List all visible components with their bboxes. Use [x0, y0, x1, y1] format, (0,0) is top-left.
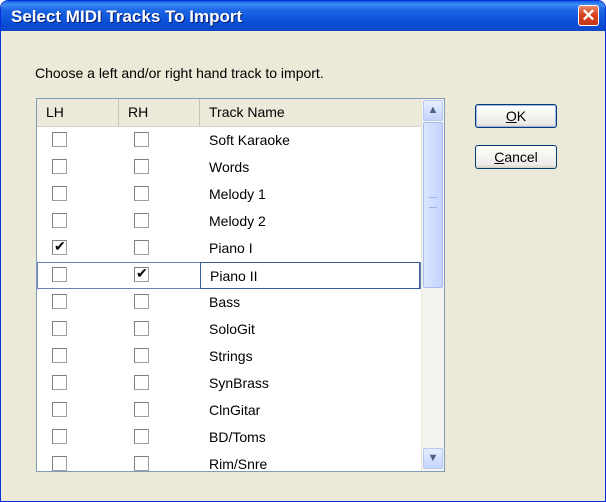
- instruction-text: Choose a left and/or right hand track to…: [35, 65, 324, 81]
- track-name: SynBrass: [209, 375, 269, 391]
- chevron-up-icon: ▲: [427, 104, 439, 116]
- rh-checkbox[interactable]: [134, 375, 149, 390]
- track-row[interactable]: SynBrass: [37, 370, 421, 397]
- lh-checkbox[interactable]: [52, 159, 67, 174]
- lh-checkbox[interactable]: [52, 186, 67, 201]
- track-name-cell: Words: [200, 154, 420, 181]
- chevron-down-icon: ▼: [427, 452, 439, 464]
- checkmark-icon: ✔: [54, 238, 66, 254]
- track-name: Melody 2: [209, 213, 266, 229]
- track-row[interactable]: Melody 1: [37, 181, 421, 208]
- import-dialog: Select MIDI Tracks To Import ✕ Choose a …: [0, 0, 606, 502]
- track-name-cell: SynBrass: [200, 370, 420, 397]
- track-name-cell: Piano I: [200, 235, 420, 262]
- track-row[interactable]: SoloGit: [37, 316, 421, 343]
- track-name: Rim/Snre: [209, 456, 268, 472]
- cancel-mnemonic: C: [494, 149, 505, 165]
- lh-checkbox[interactable]: [52, 294, 67, 309]
- track-name: Soft Karaoke: [209, 132, 290, 148]
- track-name-cell: Strings: [200, 343, 420, 370]
- track-name: ClnGitar: [209, 402, 261, 418]
- ok-button[interactable]: OK: [475, 104, 557, 128]
- track-row[interactable]: Strings: [37, 343, 421, 370]
- track-name-cell: BD/Toms: [200, 424, 420, 451]
- rh-checkbox[interactable]: [134, 186, 149, 201]
- column-header-rh[interactable]: RH: [119, 99, 200, 126]
- lh-checkbox[interactable]: [52, 267, 67, 282]
- track-name: SoloGit: [209, 321, 255, 337]
- track-name-cell: SoloGit: [200, 316, 420, 343]
- track-name: BD/Toms: [209, 429, 266, 445]
- vertical-scrollbar[interactable]: ▲ ▼: [421, 99, 444, 471]
- track-name-cell: Soft Karaoke: [200, 127, 420, 154]
- rh-checkbox[interactable]: [134, 294, 149, 309]
- close-button[interactable]: ✕: [578, 5, 599, 26]
- track-row[interactable]: Melody 2: [37, 208, 421, 235]
- title-bar[interactable]: Select MIDI Tracks To Import ✕: [1, 1, 605, 31]
- rh-checkbox[interactable]: [134, 159, 149, 174]
- scroll-up-button[interactable]: ▲: [423, 100, 443, 121]
- track-row[interactable]: Soft Karaoke: [37, 127, 421, 154]
- dialog-title: Select MIDI Tracks To Import: [11, 7, 243, 26]
- column-header-track-name[interactable]: Track Name: [200, 99, 421, 126]
- cancel-button[interactable]: Cancel: [475, 145, 557, 169]
- lh-checkbox[interactable]: [52, 429, 67, 444]
- track-name: Piano II: [210, 268, 258, 284]
- track-row[interactable]: Words: [37, 154, 421, 181]
- track-name-cell: Melody 1: [200, 181, 420, 208]
- lh-checkbox[interactable]: [52, 132, 67, 147]
- rh-checkbox[interactable]: [134, 429, 149, 444]
- track-name: Bass: [209, 294, 241, 310]
- rh-checkbox[interactable]: [134, 132, 149, 147]
- track-name: Strings: [209, 348, 253, 364]
- lh-checkbox[interactable]: [52, 348, 67, 363]
- checkmark-icon: ✔: [136, 265, 148, 281]
- rh-checkbox[interactable]: [134, 321, 149, 336]
- track-row[interactable]: BD/Toms: [37, 424, 421, 451]
- grip-icon: [429, 197, 437, 208]
- track-name-cell: Melody 2: [200, 208, 420, 235]
- track-name: Melody 1: [209, 186, 266, 202]
- cancel-label-rest: ancel: [504, 149, 538, 165]
- track-name: Piano I: [209, 240, 253, 256]
- rh-checkbox[interactable]: [134, 456, 149, 471]
- scroll-thumb[interactable]: [423, 122, 443, 288]
- rh-checkbox[interactable]: [134, 348, 149, 363]
- track-name-cell: Piano II: [200, 262, 420, 289]
- track-name-cell: ClnGitar: [200, 397, 420, 424]
- track-name-cell: Rim/Snre: [200, 451, 420, 472]
- track-name-cell: Bass: [200, 289, 420, 316]
- track-row[interactable]: Bass: [37, 289, 421, 316]
- lh-checkbox[interactable]: [52, 375, 67, 390]
- scroll-down-button[interactable]: ▼: [423, 448, 443, 469]
- track-row[interactable]: ✔ Piano II: [37, 262, 421, 289]
- rh-checkbox[interactable]: ✔: [134, 265, 149, 282]
- track-row[interactable]: ClnGitar: [37, 397, 421, 424]
- lh-checkbox[interactable]: [52, 321, 67, 336]
- rh-checkbox[interactable]: [134, 240, 149, 255]
- track-name: Words: [209, 159, 250, 175]
- rh-checkbox[interactable]: [134, 213, 149, 228]
- close-icon: ✕: [581, 6, 596, 25]
- ok-label-rest: K: [516, 108, 527, 124]
- track-list[interactable]: LH RH Track Name Soft Karaoke Words Melody…: [36, 98, 445, 472]
- lh-checkbox[interactable]: [52, 213, 67, 228]
- list-header: LH RH Track Name: [37, 99, 421, 127]
- ok-mnemonic: O: [505, 108, 517, 124]
- column-header-lh[interactable]: LH: [37, 99, 119, 126]
- track-row[interactable]: Rim/Snre: [37, 451, 421, 472]
- rh-checkbox[interactable]: [134, 402, 149, 417]
- lh-checkbox[interactable]: [52, 402, 67, 417]
- track-row[interactable]: ✔ Piano I: [37, 235, 421, 262]
- lh-checkbox[interactable]: [52, 456, 67, 471]
- lh-checkbox[interactable]: ✔: [52, 238, 67, 255]
